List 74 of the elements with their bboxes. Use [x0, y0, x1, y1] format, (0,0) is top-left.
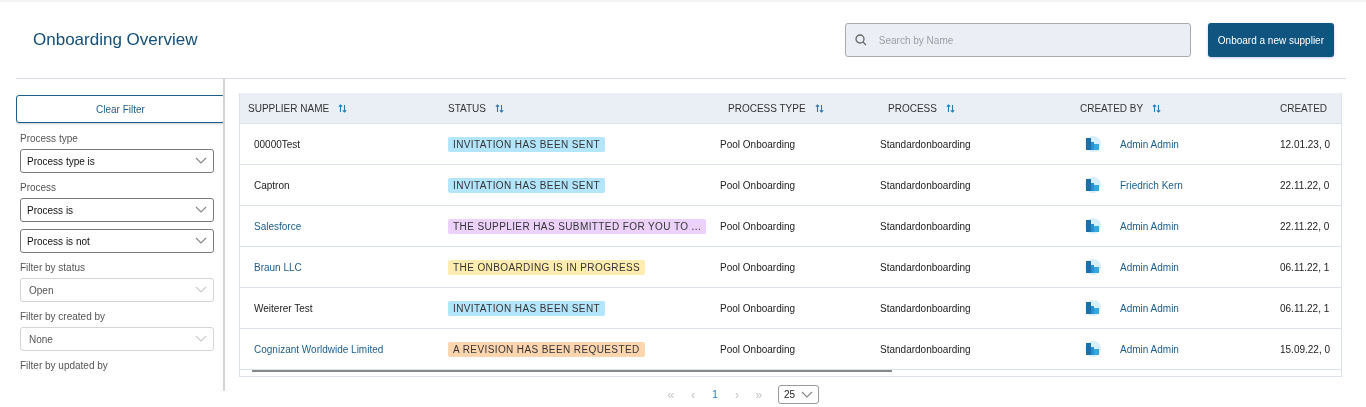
status-tag: INVITATION HAS BEEN SENT: [448, 300, 606, 316]
building-icon: [1083, 217, 1101, 235]
table-cell: Standardonboarding: [880, 179, 971, 191]
supplier-link[interactable]: Salesforce: [254, 220, 302, 232]
column-header[interactable]: STATUS: [448, 102, 486, 114]
chevron-icon: [195, 335, 207, 343]
clear-filter-button[interactable]: Clear Filter: [16, 95, 223, 123]
building-icon: [1083, 135, 1101, 153]
user-link[interactable]: Friedrich Kern: [1120, 179, 1183, 191]
filter-label: Process: [20, 182, 58, 193]
dropdown[interactable]: Process is not: [20, 229, 214, 253]
filter-label: Filter by created by: [20, 311, 107, 322]
supplier-name: Weiterer Test: [254, 302, 313, 314]
column-header[interactable]: CREATED: [1280, 102, 1328, 114]
table-cell: Standardonboarding: [880, 220, 971, 232]
chevron-icon: [801, 390, 814, 399]
user-link[interactable]: Admin Admin: [1120, 343, 1179, 355]
user-link[interactable]: Admin Admin: [1120, 302, 1179, 314]
table-cell: 06.11.22, 1: [1280, 261, 1330, 273]
building-icon: [1083, 299, 1101, 317]
status-tag: INVITATION HAS BEEN SENT: [448, 177, 606, 193]
page-title: Onboarding Overview: [33, 30, 198, 50]
sort-icon[interactable]: [945, 103, 955, 113]
sort-icon[interactable]: [338, 103, 348, 113]
table-cell: Standardonboarding: [880, 138, 971, 150]
scrollbar-thumb[interactable]: [252, 370, 892, 372]
table-cell: Standardonboarding: [880, 261, 971, 273]
status-tag: INVITATION HAS BEEN SENT: [448, 136, 606, 152]
filter-label: Filter by status: [20, 262, 87, 273]
table-cell: Standardonboarding: [880, 343, 971, 355]
table-cell: Pool Onboarding: [720, 220, 796, 232]
building-icon: [1083, 340, 1101, 358]
filter-label: Process type: [20, 133, 79, 144]
status-tag: A REVISION HAS BEEN REQUESTED: [448, 341, 645, 357]
column-header[interactable]: PROCESS TYPE: [728, 102, 806, 114]
chevron-icon: [195, 157, 207, 165]
table-cell: Standardonboarding: [880, 302, 971, 314]
supplier-name: 00000Test: [254, 138, 301, 150]
user-link[interactable]: Admin Admin: [1120, 220, 1179, 232]
supplier-name: Captron: [254, 179, 290, 191]
sort-icon[interactable]: [1152, 103, 1162, 113]
building-icon: [1083, 176, 1101, 194]
column-header[interactable]: PROCESS: [888, 102, 937, 114]
column-header[interactable]: SUPPLIER NAME: [248, 102, 330, 114]
table-cell: 06.11.22, 1: [1280, 302, 1330, 314]
user-link[interactable]: Admin Admin: [1120, 261, 1179, 273]
status-tag: THE ONBOARDING IS IN PROGRESS: [448, 259, 646, 275]
search-field[interactable]: Search by Name: [844, 23, 1191, 57]
table-cell: Pool Onboarding: [720, 138, 796, 150]
table-cell: 22.11.22, 0: [1280, 220, 1330, 232]
chevron-icon: [195, 206, 207, 214]
filter-label: Filter by updated by: [20, 360, 109, 371]
supplier-link[interactable]: Braun LLC: [254, 261, 302, 273]
table-cell: 15.09.22, 0: [1280, 343, 1331, 355]
onboard-button[interactable]: Onboard a new supplier: [1207, 23, 1334, 57]
table-cell: Pool Onboarding: [720, 261, 796, 273]
building-icon: [1083, 258, 1101, 276]
status-tag: THE SUPPLIER HAS SUBMITTED FOR YOU TO ...: [448, 218, 707, 234]
table-cell: Pool Onboarding: [720, 343, 796, 355]
chevron-icon: [195, 237, 207, 245]
dropdown[interactable]: Process is: [20, 198, 214, 222]
page-button[interactable]: 1: [703, 389, 726, 400]
table-cell: Pool Onboarding: [720, 302, 796, 314]
table-cell: Pool Onboarding: [720, 179, 796, 191]
table-cell: 22.11.22, 0: [1280, 179, 1330, 191]
supplier-link[interactable]: Cognizant Worldwide Limited: [254, 343, 384, 355]
sort-icon[interactable]: [814, 103, 824, 113]
sort-icon[interactable]: [494, 103, 504, 113]
dropdown[interactable]: Process type is: [20, 149, 214, 173]
chevron-icon: [195, 286, 207, 294]
user-link[interactable]: Admin Admin: [1120, 138, 1179, 150]
table-cell: 12.01.23, 0: [1280, 138, 1331, 150]
page-size-dropdown[interactable]: 25: [777, 385, 820, 404]
column-header[interactable]: CREATED BY: [1080, 102, 1144, 114]
